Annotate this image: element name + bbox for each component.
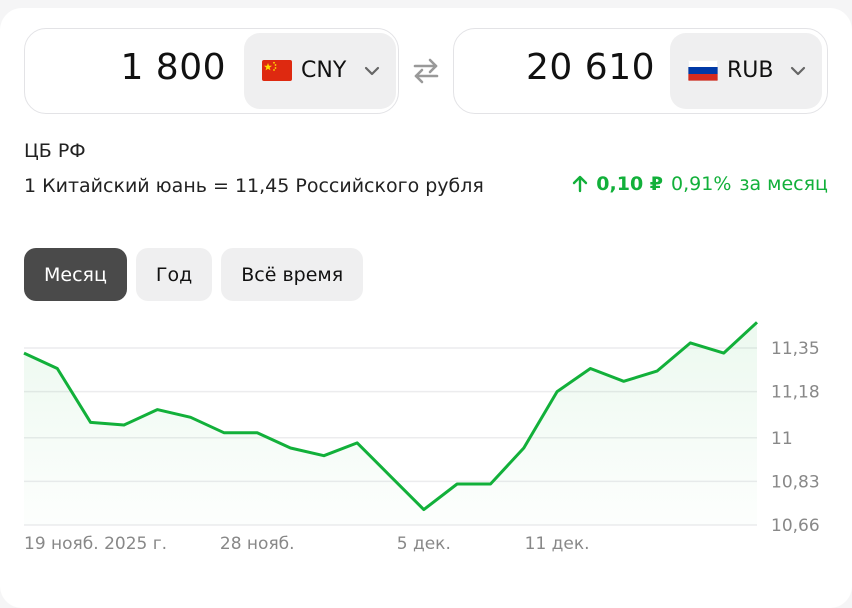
russia-flag-icon [688,60,718,81]
x-tick-label: 19 нояб. 2025 г. [24,534,167,554]
from-amount-field[interactable]: 1 800 CNY [24,28,399,114]
tab-month[interactable]: Месяц [24,248,127,301]
rate-chart: 11,35 11,18 11 10,83 10,66 19 нояб. 2025 г. 2… [23,321,820,554]
period-tabs: Месяц Год Всё время [24,248,364,301]
tab-all-time[interactable]: Всё время [221,248,364,301]
to-amount-value[interactable]: 20 610 [526,47,655,88]
rate-change-absolute: 0,10 ₽ [596,173,664,195]
x-tick-label: 11 дек. [525,534,590,554]
x-tick-label: 5 дек. [397,534,451,554]
x-tick-label: 28 нояб. [220,534,295,554]
chevron-down-icon [790,66,806,76]
y-tick-label: 11,18 [771,383,820,403]
y-tick-label: 10,83 [771,472,820,492]
tab-year[interactable]: Год [135,248,213,301]
swap-arrows-icon[interactable] [412,57,440,85]
from-currency-select[interactable]: CNY [244,33,396,109]
chevron-down-icon [364,66,380,76]
rate-text: 1 Китайский юань = 11,45 Российского руб… [24,175,484,197]
china-flag-icon [262,60,292,81]
rate-change-period: за месяц [739,173,828,195]
rate-source: ЦБ РФ [24,140,86,162]
arrow-up-icon [573,175,588,193]
y-tick-label: 10,66 [771,516,820,536]
to-currency-code: RUB [727,58,774,83]
to-amount-field[interactable]: 20 610 RUB [453,28,828,114]
from-currency-code: CNY [301,58,347,83]
rate-change: 0,10 ₽ 0,91% за месяц [572,173,828,195]
from-amount-value[interactable]: 1 800 [120,47,226,88]
y-tick-label: 11 [771,429,793,449]
y-tick-label: 11,35 [771,339,820,359]
to-currency-select[interactable]: RUB [670,33,822,109]
rate-change-percent: 0,91% [671,173,732,195]
chart-area [24,322,757,525]
